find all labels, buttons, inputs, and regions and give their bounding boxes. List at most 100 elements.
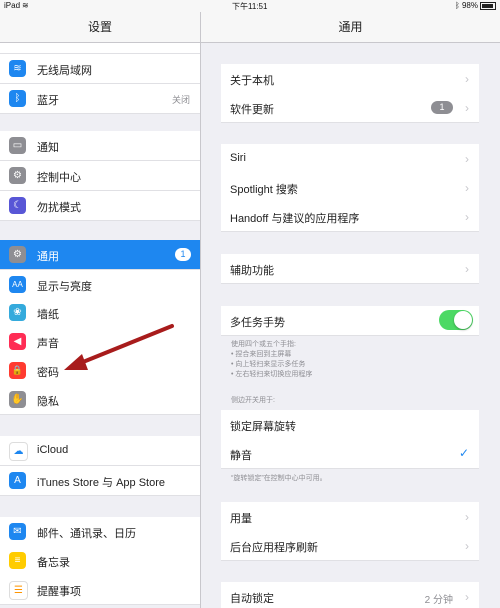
row-spotlight[interactable]: Spotlight 搜索 › [221,173,479,203]
clock: 下午11:51 [232,2,268,11]
gear-icon: ⚙ [9,246,26,263]
chevron-right-icon: › [465,590,469,604]
sound-icon: ◀ [9,333,26,350]
sidebar-item-label: 备忘录 [37,557,70,569]
sidebar-item-general[interactable]: ⚙ 通用 1 [0,240,200,270]
row-siri[interactable]: Siri › [221,144,479,174]
hand-icon: ✋ [9,391,26,408]
row-accessibility[interactable]: 辅助功能 › [221,254,479,284]
sidebar-item-label: 显示与亮度 [37,281,92,293]
chevron-right-icon: › [465,262,469,276]
chevron-right-icon: › [465,210,469,224]
lock-icon: 🔒 [9,362,26,379]
partial-row [0,43,200,54]
battery-indicator: ᛒ 98% [455,1,496,10]
battery-percent: 98% [461,1,478,10]
note-line: • 左右轻扫来切换应用程序 [231,371,313,378]
sidebar-item-label: 密码 [37,367,59,379]
row-label: 锁定屏幕旋转 [230,421,296,433]
row-handoff[interactable]: Handoff 与建议的应用程序 › [221,202,479,232]
sidebar-item-mail[interactable]: ✉ 邮件、通讯录、日历 [0,517,200,547]
sidebar-item-label: 蓝牙 [37,95,59,107]
multitask-note: 使用四个或五个手指: • 捏合来回到主屏幕 • 向上轻扫来显示多任务 • 左右轻… [231,340,312,380]
cloud-icon: ☁ [9,442,28,461]
display-icon: AA [9,276,26,293]
row-label: Spotlight 搜索 [230,184,298,196]
auto-lock-value: 2 分钟 [424,595,453,606]
annotation-arrow [64,324,174,370]
note-line: • 向上轻扫来显示多任务 [231,361,306,368]
notes-icon: ≡ [9,552,26,569]
row-mute[interactable]: 静音 ✓ [221,439,479,469]
sidebar-item-label: 墙纸 [37,309,59,321]
sidebar-item-label: iTunes Store 与 App Store [37,477,165,489]
sidebar-item-privacy[interactable]: ✋ 隐私 [0,385,200,415]
sidebar-item-label: iCloud [37,444,69,456]
control-center-icon: ⚙ [9,167,26,184]
wallpaper-icon: ❀ [9,304,26,321]
sidebar-item-notes[interactable]: ≡ 备忘录 [0,546,200,576]
row-software-update[interactable]: 软件更新 1 › [221,93,479,123]
row-auto-lock[interactable]: 自动锁定 2 分钟 › [221,582,479,608]
row-label: 静音 [230,450,252,462]
detail-navbar: 通用 [201,12,500,43]
sidebar-item-notifications[interactable]: ▭ 通知 [0,131,200,161]
sidebar-item-label: 邮件、通讯录、日历 [37,528,136,540]
sidebar-item-reminders[interactable]: ☰ 提醒事项 [0,575,200,605]
detail-title: 通用 [338,20,363,34]
row-usage[interactable]: 用量 › [221,502,479,532]
row-label: 软件更新 [230,104,274,116]
row-label: Siri [230,152,246,164]
wifi-icon: ≋ [9,60,26,77]
chevron-right-icon: › [465,510,469,524]
bluetooth-icon: ᛒ [9,90,26,107]
sidebar-item-bluetooth[interactable]: ᛒ 蓝牙 关闭 [0,84,200,114]
row-background-refresh[interactable]: 后台应用程序刷新 › [221,531,479,561]
sidebar-item-control-center[interactable]: ⚙ 控制中心 [0,161,200,191]
side-switch-header: 侧边开关用于: [231,397,275,404]
sidebar-item-label: 无线局域网 [37,65,92,77]
battery-icon [480,1,496,10]
row-multitasking-gestures: 多任务手势 [221,306,479,336]
row-label: 关于本机 [230,75,274,87]
sidebar-item-itunes-app-store[interactable]: A iTunes Store 与 App Store [0,466,200,496]
checkmark-icon: ✓ [458,446,469,460]
sidebar-item-label: 勿扰模式 [37,202,81,214]
row-label: 自动锁定 [230,593,274,605]
row-about[interactable]: 关于本机 › [221,64,479,94]
sidebar-item-display[interactable]: AA 显示与亮度 [0,270,200,300]
row-label: 用量 [230,513,252,525]
chevron-right-icon: › [465,539,469,553]
row-label: 辅助功能 [230,265,274,277]
sidebar-item-label: 提醒事项 [37,586,81,598]
sidebar-item-label: 通知 [37,142,59,154]
chevron-right-icon: › [465,181,469,195]
chevron-right-icon: › [465,72,469,86]
moon-icon: ☾ [9,197,26,214]
notifications-icon: ▭ [9,137,26,154]
row-lock-rotation[interactable]: 锁定屏幕旋转 [221,410,479,440]
sidebar-item-label: 通用 [37,251,59,263]
sidebar-navbar: 设置 [0,12,200,43]
app-store-icon: A [9,472,26,489]
bluetooth-status: 关闭 [171,95,190,105]
sidebar-item-wifi[interactable]: ≋ 无线局域网 [0,54,200,84]
status-bar: iPad ≋ 下午11:51 ᛒ 98% [0,0,500,12]
row-label: 多任务手势 [230,317,285,329]
carrier-label: iPad [4,1,21,10]
sidebar-item-do-not-disturb[interactable]: ☾ 勿扰模式 [0,191,200,221]
chevron-right-icon: › [465,101,469,115]
sidebar-item-icloud[interactable]: ☁ iCloud [0,436,200,466]
multitasking-toggle[interactable] [439,310,473,330]
row-label: Handoff 与建议的应用程序 [230,213,360,225]
settings-sidebar: 设置 ≋ 无线局域网 ᛒ 蓝牙 关闭 ▭ 通知 ⚙ 控制中心 ☾ 勿扰模式 ⚙ … [0,0,201,608]
sidebar-item-label: 隐私 [37,396,59,408]
mail-icon: ✉ [9,523,26,540]
general-detail-pane: 通用 关于本机 › 软件更新 1 › Siri › Spotlight 搜索 › Ha… [201,0,500,608]
general-badge: 1 [175,248,191,261]
bluetooth-status-icon: ᛒ [454,1,462,10]
row-label: 后台应用程序刷新 [230,542,318,554]
update-badge: 1 [431,101,453,114]
reminders-icon: ☰ [9,581,28,600]
sidebar-title: 设置 [87,20,112,34]
